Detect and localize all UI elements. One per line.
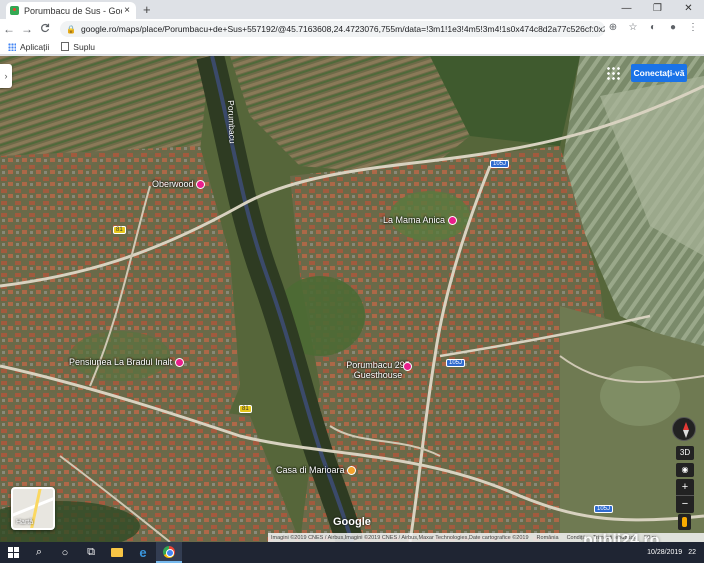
windows-logo-icon <box>7 547 19 558</box>
restaurant-pin-icon[interactable] <box>347 466 357 476</box>
bookmarks-bar: Aplicații Suplu <box>0 39 704 55</box>
lodging-pin-icon[interactable] <box>174 358 184 368</box>
road-badge: 81 <box>113 226 126 234</box>
maps-favicon-icon <box>10 6 19 15</box>
menu-kebab-icon[interactable]: ⋮ <box>686 21 700 35</box>
extension-icon[interactable]: ◐ <box>646 21 660 35</box>
profile-icon[interactable]: ● <box>666 21 680 35</box>
browser-toolbar: ← → 🔒 google.ro/maps/place/Porumbacu+de+… <box>0 19 704 39</box>
tray-date[interactable]: 10/28/2019 <box>647 549 682 556</box>
page-icon <box>61 42 70 51</box>
windows-taskbar: ⌕ ○ ⧉ e 10/28/2019 22 <box>0 542 704 563</box>
sign-in-button[interactable]: Conectați-vă <box>631 64 687 82</box>
location-icon[interactable]: ⊕ <box>606 21 620 35</box>
file-explorer-icon[interactable] <box>104 542 130 563</box>
imagery-credits: Imagini ©2019 CNES / Airbus,Imagini ©201… <box>271 534 529 541</box>
google-apps-icon[interactable] <box>606 66 620 80</box>
new-tab-button[interactable]: + <box>143 2 151 17</box>
pegman-icon[interactable] <box>678 514 691 530</box>
compass-icon[interactable] <box>672 417 696 441</box>
google-logo: Google <box>333 516 371 528</box>
river-label: Porumbacu <box>226 100 238 144</box>
system-tray: 10/28/2019 22 <box>647 542 696 563</box>
sidebar-toggle-button[interactable]: › <box>0 64 12 88</box>
folder-icon <box>111 548 123 557</box>
edge-icon: e <box>139 545 147 560</box>
lodging-pin-icon[interactable] <box>447 216 457 226</box>
cortana-icon[interactable]: ○ <box>52 542 78 563</box>
place-casa-di-marioara[interactable]: Casa di Marioara <box>276 465 357 476</box>
place-oberwood[interactable]: Oberwood <box>152 179 206 190</box>
window-controls: — ❐ ✕ <box>611 0 704 19</box>
start-button[interactable] <box>0 542 26 563</box>
place-label: Porumbacu 295 Guesthouse <box>346 360 410 380</box>
tab-close-icon[interactable]: × <box>122 5 132 16</box>
tab-strip: Porumbacu de Sus - Google Maps × + — ❐ ✕ <box>0 0 704 19</box>
browser-tab[interactable]: Porumbacu de Sus - Google Maps × <box>6 2 136 19</box>
url-text: google.ro/maps/place/Porumbacu+de+Sus+55… <box>80 24 605 34</box>
map-layer-switcher[interactable]: Hartă <box>11 487 55 530</box>
bookmark-apps[interactable]: Aplicații <box>8 42 49 52</box>
reload-icon <box>41 23 50 33</box>
zoom-in-button[interactable]: + <box>676 479 694 496</box>
layer-label: Hartă <box>16 519 34 526</box>
bookmark-suplu[interactable]: Suplu <box>61 42 95 52</box>
lock-icon: 🔒 <box>66 24 76 34</box>
reload-button[interactable] <box>36 22 54 36</box>
search-icon[interactable]: ⌕ <box>26 542 52 563</box>
back-button[interactable]: ← <box>0 22 18 36</box>
forward-button[interactable]: → <box>18 22 36 36</box>
road-badge: 105J <box>490 160 510 168</box>
place-pensiunea[interactable]: Pensiunea La Bradul Inalt <box>69 357 184 368</box>
chrome-icon <box>163 545 175 558</box>
satellite-map[interactable]: Porumbacu Oberwood La Mama Anica Pensiun… <box>0 56 704 542</box>
tab-title: Porumbacu de Sus - Google Maps <box>24 5 122 16</box>
address-bar[interactable]: 🔒 google.ro/maps/place/Porumbacu+de+Sus+… <box>60 21 605 37</box>
zoom-out-button[interactable]: − <box>676 496 694 513</box>
toolbar-actions: ⊕ ☆ ◐ ● ⋮ <box>606 21 700 35</box>
place-label: Pensiunea La Bradul Inalt <box>69 357 173 367</box>
notification-count[interactable]: 22 <box>688 549 696 556</box>
place-label: Oberwood <box>152 179 194 189</box>
3d-toggle-button[interactable]: 3D <box>676 446 694 460</box>
bookmark-star-icon[interactable]: ☆ <box>626 21 640 35</box>
minimize-button[interactable]: — <box>611 0 642 19</box>
place-label: Casa di Marioara <box>276 465 345 475</box>
place-label: La Mama Anica <box>383 215 446 225</box>
lodging-pin-icon[interactable] <box>196 180 206 190</box>
road-badge: 105J <box>446 359 466 367</box>
close-window-button[interactable]: ✕ <box>673 0 704 19</box>
bookmark-label: Aplicații <box>20 41 50 52</box>
apps-grid-icon <box>8 42 16 51</box>
place-la-mama-anica[interactable]: La Mama Anica <box>383 215 457 226</box>
road-badge: 81 <box>239 405 252 413</box>
bookmark-label: Suplu <box>73 41 96 52</box>
location-target-icon[interactable]: ◉ <box>676 463 694 477</box>
road-badge: 105J <box>594 505 614 513</box>
lodging-pin-icon[interactable] <box>403 362 412 371</box>
country-link[interactable]: România <box>537 535 559 541</box>
maximize-button[interactable]: ❐ <box>642 0 673 19</box>
edge-browser-icon[interactable]: e <box>130 542 156 563</box>
zoom-control: + − <box>676 479 694 513</box>
chrome-taskbar-icon[interactable] <box>156 542 182 563</box>
task-view-icon[interactable]: ⧉ <box>78 542 104 563</box>
